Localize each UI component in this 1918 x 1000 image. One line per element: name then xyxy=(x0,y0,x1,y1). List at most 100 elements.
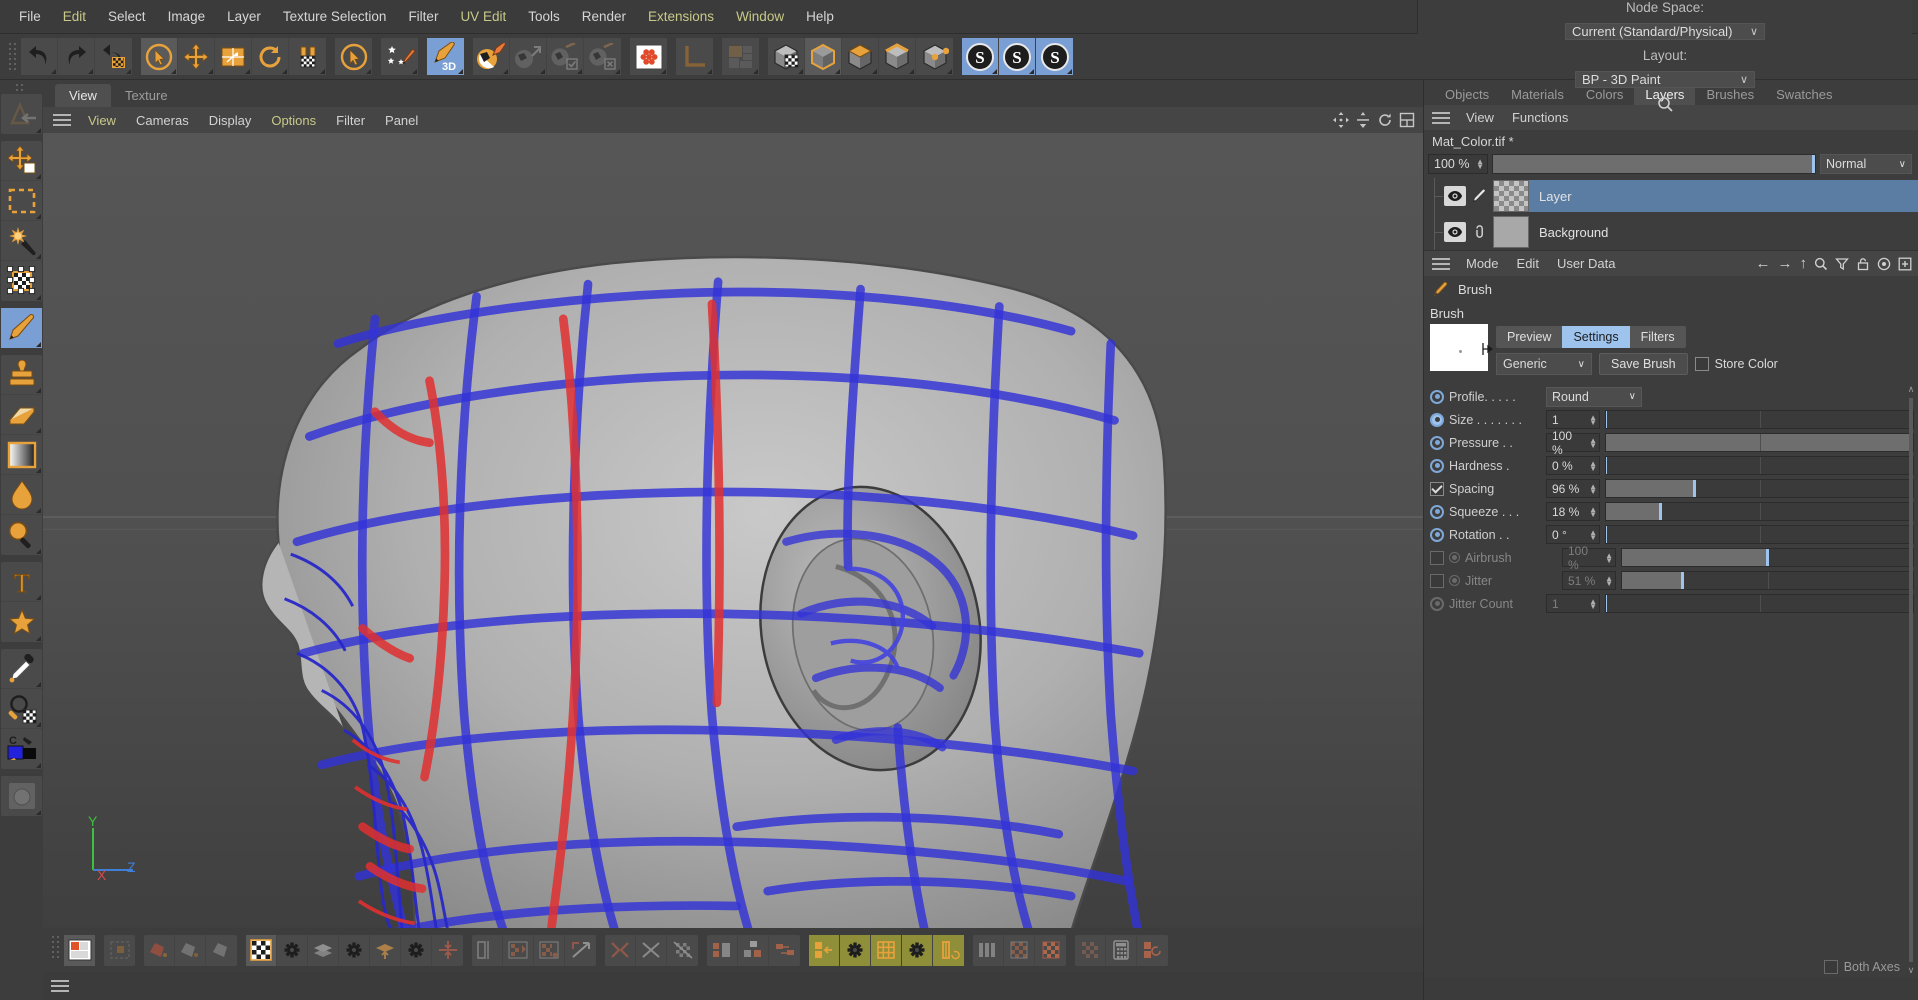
param-jitter-radio[interactable] xyxy=(1449,575,1460,586)
uv-project-settings-button[interactable] xyxy=(401,934,432,966)
menu-item-image[interactable]: Image xyxy=(157,6,217,27)
param-hardness-radio[interactable] xyxy=(1430,458,1444,473)
right-tab-objects[interactable]: Objects xyxy=(1434,84,1500,105)
store-color-row[interactable]: Store Color xyxy=(1694,357,1778,371)
brush-tab-filters[interactable]: Filters xyxy=(1630,326,1686,348)
param-rotation-radio[interactable] xyxy=(1430,527,1444,542)
brush-presets-button[interactable] xyxy=(381,38,418,75)
brush-tab-settings[interactable]: Settings xyxy=(1562,326,1630,348)
spinner-icon[interactable]: ▲ ▼ xyxy=(1601,551,1613,564)
param-pressure-radio[interactable] xyxy=(1430,435,1444,450)
text-tool[interactable]: T xyxy=(1,562,42,602)
spinner-icon[interactable]: ▲ ▼ xyxy=(1585,505,1597,518)
nav-up-icon[interactable]: ↑ xyxy=(1800,255,1808,272)
spinner-icon[interactable]: ▲ ▼ xyxy=(1585,528,1597,541)
param-rotation-slider[interactable] xyxy=(1605,525,1914,544)
param-size-slider[interactable] xyxy=(1605,410,1914,429)
viewport-pan-icon[interactable] xyxy=(1333,112,1349,128)
uv-optimal-settings-button[interactable] xyxy=(840,934,871,966)
uv-relax2-button[interactable] xyxy=(1004,934,1035,966)
brush-preset-dropdown[interactable]: Generic ∨ xyxy=(1496,353,1592,375)
viewport-maximize-icon[interactable] xyxy=(1399,112,1415,128)
texture-wizard-button[interactable] xyxy=(630,38,667,75)
layer-opacity-slider[interactable] xyxy=(1492,154,1816,174)
uv-relax-button[interactable] xyxy=(308,934,339,966)
layout-grid-button[interactable] xyxy=(722,38,759,75)
spinner-icon[interactable]: ▲ ▼ xyxy=(1585,436,1597,449)
uv-mesh-button[interactable] xyxy=(104,935,135,966)
param-squeeze-slider[interactable] xyxy=(1605,502,1914,521)
layer-row[interactable]: Layer xyxy=(1424,178,1918,214)
menu-item-select[interactable]: Select xyxy=(97,6,157,27)
param-hardness-field[interactable]: 0 % ▲ ▼ xyxy=(1546,456,1600,475)
paint-select-button[interactable] xyxy=(335,38,372,75)
param-airbrush-field[interactable]: 100 % ▲ ▼ xyxy=(1562,544,1616,572)
menu-item-uv-edit[interactable]: UV Edit xyxy=(449,6,517,27)
attributes-menu-hamburger-icon[interactable] xyxy=(1432,256,1452,272)
uv-calculator-button[interactable] xyxy=(1106,934,1137,966)
spinner-icon[interactable]: ▲ ▼ xyxy=(1585,413,1597,426)
target-icon[interactable] xyxy=(1877,257,1891,271)
eraser-tool[interactable] xyxy=(1,395,42,435)
uv-transfer-button[interactable] xyxy=(1075,934,1106,966)
param-airbrush-slider[interactable] xyxy=(1621,548,1914,567)
scroll-down-icon[interactable]: ∨ xyxy=(1908,965,1915,976)
store-color-checkbox[interactable] xyxy=(1694,357,1709,371)
viewport-menu-cameras[interactable]: Cameras xyxy=(126,111,199,130)
brush-params-scrollbar[interactable]: ∧ ∨ xyxy=(1906,384,1916,976)
layer-blend-mode-dropdown[interactable]: Normal ∨ xyxy=(1820,154,1912,174)
param-size-field[interactable]: 1 ▲ ▼ xyxy=(1546,410,1600,429)
attributes-menu-mode[interactable]: Mode xyxy=(1457,254,1508,273)
model-mode-button[interactable] xyxy=(805,38,842,75)
both-axes-checkbox[interactable] xyxy=(1823,960,1838,974)
uv-grid-settings-button[interactable] xyxy=(902,934,933,966)
param-jitter-slider[interactable] xyxy=(1621,571,1914,590)
uv-reset-button[interactable] xyxy=(1137,935,1168,966)
viewport-menu-view[interactable]: View xyxy=(78,111,126,130)
search-icon[interactable] xyxy=(1654,96,1676,113)
lock-icon[interactable] xyxy=(1856,257,1870,271)
viewport-menu-display[interactable]: Display xyxy=(199,111,262,130)
select-tool-button[interactable] xyxy=(141,38,178,75)
paint-3d-button[interactable]: 3D xyxy=(427,38,464,75)
menu-item-help[interactable]: Help xyxy=(795,6,845,27)
param-hardness-slider[interactable] xyxy=(1605,456,1914,475)
uv-checker-settings-button[interactable] xyxy=(277,934,308,966)
viewport-dolly-icon[interactable] xyxy=(1355,112,1371,128)
left-palette-drag-handle[interactable] xyxy=(15,82,25,94)
spinner-icon[interactable]: ▲ ▼ xyxy=(1472,158,1484,171)
menu-item-filter[interactable]: Filter xyxy=(397,6,449,27)
texture-mode-button[interactable] xyxy=(768,38,805,75)
param-profile-dropdown[interactable]: Round ∨ xyxy=(1546,386,1642,407)
param-rotation-field[interactable]: 0 ° ▲ ▼ xyxy=(1546,525,1600,544)
param-profile-radio[interactable] xyxy=(1430,389,1444,404)
viewport-menu-filter[interactable]: Filter xyxy=(326,111,375,130)
spinner-icon[interactable]: ▲ ▼ xyxy=(1601,574,1613,587)
uv-point-button[interactable] xyxy=(175,934,206,966)
shape-tool[interactable] xyxy=(1,602,42,642)
layers-menu-view[interactable]: View xyxy=(1457,108,1503,127)
toolbar-drag-handle[interactable] xyxy=(8,38,18,75)
uv-align-x-button[interactable] xyxy=(605,934,636,966)
rotate-tool-button[interactable] xyxy=(252,38,289,75)
uv-layout-c-button[interactable] xyxy=(769,935,800,966)
uv-realign-button[interactable] xyxy=(933,934,964,966)
viewport-menu-panel[interactable]: Panel xyxy=(375,111,428,130)
redo-button[interactable] xyxy=(58,38,95,75)
param-squeeze-field[interactable]: 18 % ▲ ▼ xyxy=(1546,502,1600,521)
undo-button[interactable] xyxy=(21,38,58,75)
blur-tool[interactable] xyxy=(1,515,42,555)
spinner-icon[interactable]: ▲ ▼ xyxy=(1585,482,1597,495)
menu-item-file[interactable]: File xyxy=(8,6,52,27)
viewport-tab-view[interactable]: View xyxy=(55,84,111,107)
brush-tab-preview[interactable]: Preview xyxy=(1496,326,1562,348)
point-mode-button[interactable] xyxy=(916,38,953,75)
brush-icon[interactable] xyxy=(1469,186,1489,206)
menu-item-edit[interactable]: Edit xyxy=(52,6,97,27)
uv-relax-settings-button[interactable] xyxy=(339,934,370,966)
material-check-button[interactable] xyxy=(547,38,584,75)
node-space-dropdown[interactable]: Current (Standard/Physical) ∨ xyxy=(1565,23,1765,40)
uv-grid-button[interactable] xyxy=(871,934,902,966)
uv-layout-b-button[interactable] xyxy=(738,934,769,966)
viewport-menu-hamburger-icon[interactable] xyxy=(53,112,73,128)
